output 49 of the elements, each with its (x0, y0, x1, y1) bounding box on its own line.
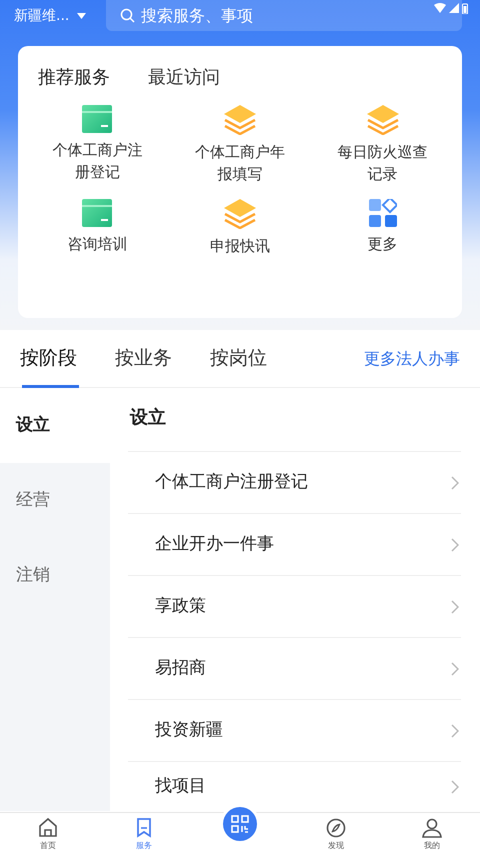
service-row[interactable]: 企业开办一件事 (128, 514, 461, 576)
chevron-icon (451, 724, 459, 738)
service-label[interactable]: 更多 (332, 233, 433, 255)
nav-tab[interactable]: 首页 (0, 813, 96, 853)
service-row[interactable]: 个体工商户注册登记 (128, 452, 461, 514)
chevron-icon (451, 476, 459, 490)
compass-icon (325, 817, 347, 839)
category-tab[interactable]: 按业务 (115, 330, 172, 388)
service-row[interactable]: 投资新疆 (128, 700, 461, 762)
card-icon (82, 199, 112, 227)
location-label[interactable]: 新疆维... (14, 6, 70, 26)
service-label[interactable]: 个体工商户注册登记 (47, 139, 148, 183)
service-row[interactable]: 找项目 (128, 762, 461, 811)
scan-button[interactable] (223, 807, 257, 841)
service-row[interactable]: 易招商 (128, 638, 461, 700)
layers-icon (224, 105, 256, 135)
chevron-icon (451, 662, 459, 676)
battery-icon (462, 3, 468, 14)
service-label[interactable]: 每日防火巡查记录 (332, 141, 433, 185)
sidebar-item[interactable]: 设立 (0, 388, 110, 463)
service-label[interactable]: 咨询培训 (47, 233, 148, 255)
sidebar-item[interactable]: 注销 (0, 538, 110, 613)
chevron-icon (451, 600, 459, 614)
more-link[interactable]: 更多法人办事 (364, 346, 460, 370)
nav-tab[interactable]: 发现 (288, 813, 384, 853)
card-tab[interactable]: 推荐服务 (38, 64, 110, 91)
service-label[interactable]: 申报快讯 (190, 235, 290, 257)
layers-icon (366, 105, 399, 135)
service-row[interactable]: 享政策 (128, 576, 461, 638)
caret-icon (77, 13, 86, 19)
search-icon (120, 8, 135, 23)
person-icon (421, 817, 443, 839)
section-title: 设立 (128, 388, 461, 452)
wifi-icon (434, 3, 446, 13)
nav-tab[interactable]: 服务 (96, 813, 192, 853)
category-tab[interactable]: 按岗位 (210, 330, 267, 388)
nav-tab[interactable]: 我的 (384, 813, 480, 853)
qr-code-icon (231, 815, 249, 833)
signal-icon (449, 3, 459, 13)
card-tab[interactable]: 最近访问 (148, 64, 220, 91)
sidebar-item[interactable]: 经营 (0, 463, 110, 538)
card-icon (82, 105, 112, 133)
home-icon (37, 817, 59, 839)
service-label[interactable]: 个体工商户年报填写 (190, 141, 290, 185)
layers-icon (224, 199, 256, 229)
chevron-icon (451, 538, 459, 552)
apps-icon (368, 199, 397, 227)
category-tab[interactable]: 按阶段 (20, 330, 77, 388)
chevron-icon (451, 780, 459, 794)
